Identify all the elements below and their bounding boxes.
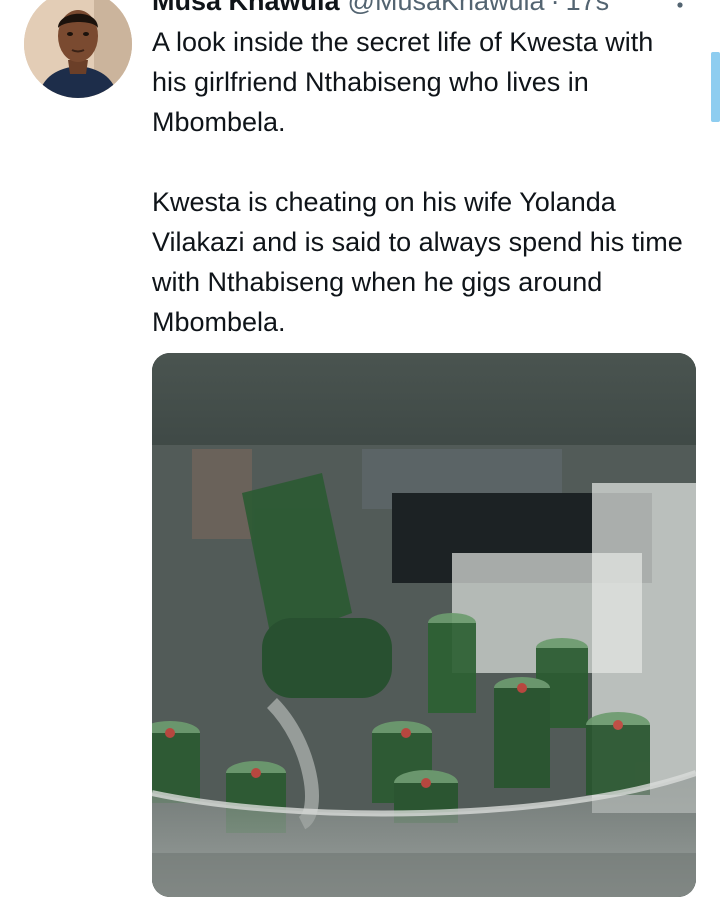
person-photo-icon xyxy=(24,0,132,98)
tweet-header: Musa Khawula @MusaKhawula · 17s xyxy=(152,0,609,16)
tweet-paragraph-1: A look inside the secret life of Kwesta … xyxy=(152,27,654,137)
scrollbar-thumb[interactable] xyxy=(711,52,720,122)
photo-icon xyxy=(152,353,696,897)
tweet-screen: Musa Khawula @MusaKhawula · 17s A look i… xyxy=(0,0,720,898)
tweet-timestamp[interactable]: 17s xyxy=(566,0,610,17)
author-handle[interactable]: @MusaKhawula xyxy=(348,0,545,17)
avatar[interactable] xyxy=(24,0,132,98)
author-display-name[interactable]: Musa Khawula xyxy=(152,0,340,17)
separator-dot: · xyxy=(550,0,560,16)
tweet-body: A look inside the secret life of Kwesta … xyxy=(152,22,692,342)
tweet-media-photo[interactable] xyxy=(152,353,696,897)
more-options-icon[interactable] xyxy=(666,0,694,16)
tweet-paragraph-2: Kwesta is cheating on his wife Yolanda V… xyxy=(152,187,683,337)
